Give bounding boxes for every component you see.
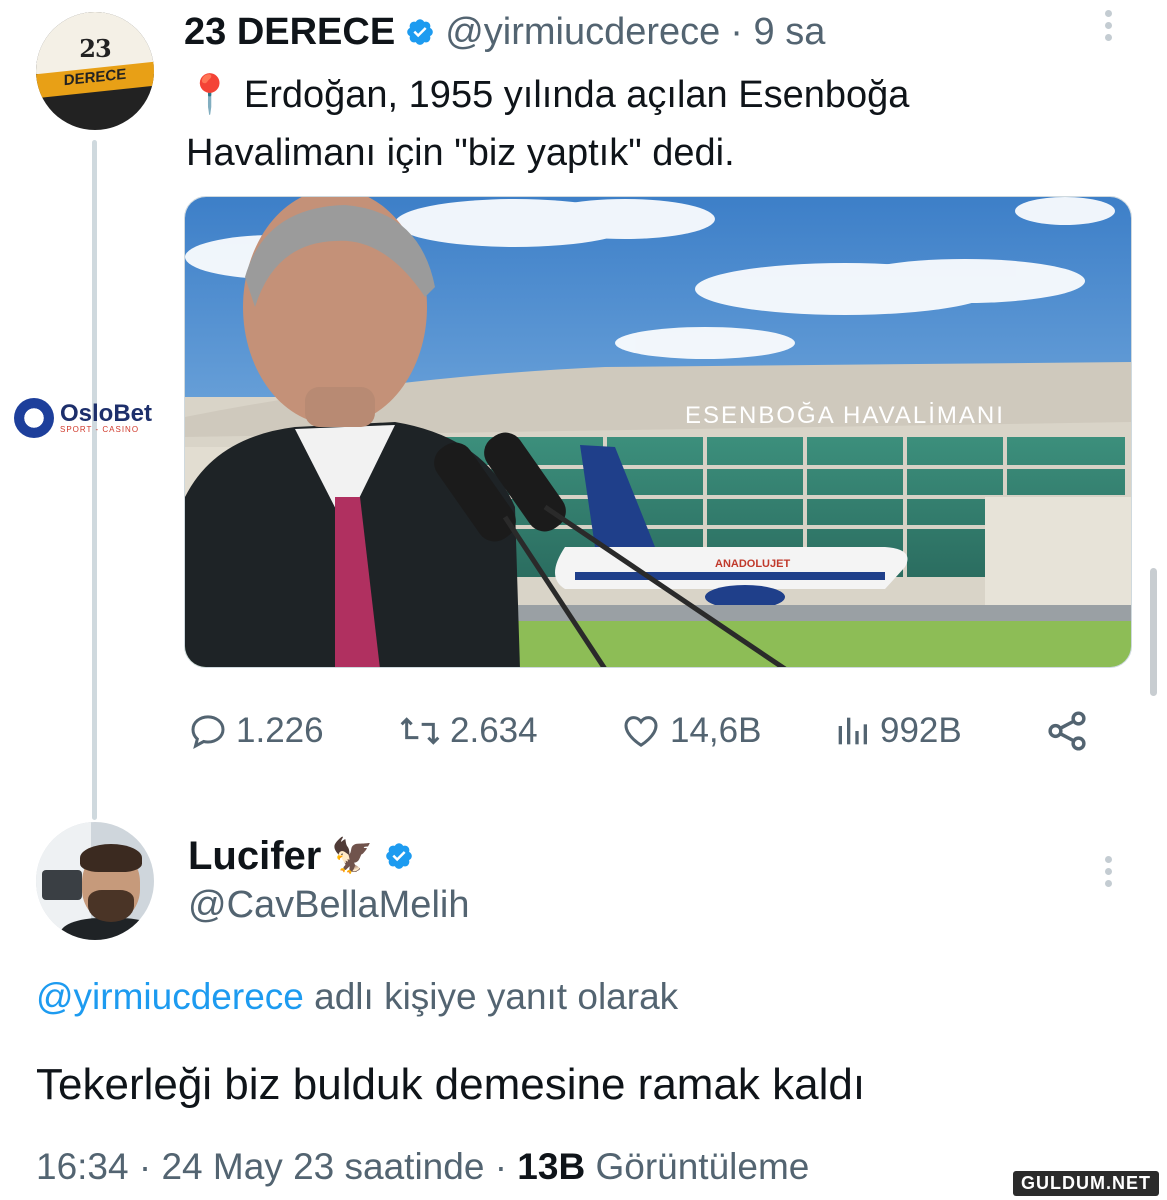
verified-badge-icon	[385, 843, 412, 869]
retweet-count: 2.634	[450, 711, 538, 750]
like-count: 14,6B	[670, 711, 762, 750]
tweet-header: 23 DERECE @yirmiucderece · 9 sa	[184, 8, 825, 56]
reply-icon	[191, 715, 225, 749]
oslobet-watermark: OsloBet SPORT - CASINO	[14, 398, 152, 438]
avatar-23-derece[interactable]: 23 DERECE	[36, 12, 154, 130]
site-watermark: GULDUM.NET	[1013, 1171, 1159, 1196]
more-options-icon[interactable]	[1098, 10, 1118, 46]
tweet-text: 📍 Erdoğan, 1955 yılında açılan Esenboğa …	[186, 74, 910, 174]
heart-icon	[624, 716, 658, 747]
reply-view-label: Görüntüleme	[595, 1146, 810, 1187]
thread-connector-line	[92, 140, 97, 820]
replying-to-label: adlı kişiye yanıt olarak	[314, 976, 679, 1017]
share-button[interactable]	[1044, 708, 1090, 758]
retweet-icon	[400, 717, 440, 745]
replying-to-link[interactable]: @yirmiucderece	[36, 976, 304, 1017]
reply-text: Tekerleği biz bulduk demesine ramak kald…	[36, 1060, 866, 1109]
avatar-logo-number: 23	[79, 34, 111, 63]
reply-more-options-icon[interactable]	[1098, 856, 1118, 892]
author-handle[interactable]: @yirmiucderece	[445, 11, 720, 54]
oslobet-subtitle: SPORT - CASINO	[60, 424, 140, 434]
views-chart-icon	[838, 717, 867, 745]
reply-header: Lucifer 🦅	[188, 830, 414, 882]
replying-to-line: @yirmiucderece adlı kişiye yanıt olarak	[36, 976, 678, 1018]
reply-author-handle[interactable]: @CavBellaMelih	[188, 884, 469, 927]
reply-count: 1.226	[236, 711, 324, 750]
reply-meta-line: 16:34 · 24 May 23 saatinde · 13B Görüntü…	[36, 1146, 809, 1188]
reply-button[interactable]: 1.226	[188, 704, 324, 758]
reply-view-count: 13B	[517, 1146, 586, 1187]
pin-icon: 📍	[186, 74, 234, 116]
reply-timestamp[interactable]: 16:34 · 24 May 23 saatinde ·	[36, 1146, 507, 1187]
share-icon	[1048, 711, 1086, 751]
svg-text:ANADOLUJET: ANADOLUJET	[715, 558, 790, 570]
views-count: 992B	[880, 711, 962, 750]
oslobet-logo-icon	[14, 398, 54, 438]
author-name[interactable]: 23 DERECE	[184, 11, 395, 54]
like-button[interactable]: 14,6B	[620, 704, 761, 758]
eagle-emoji-icon: 🦅	[331, 836, 374, 876]
scrollbar-thumb[interactable]	[1150, 568, 1157, 696]
tweet-media-image[interactable]: ESENBOĞA HAVALİMANI ANADOLUJET	[184, 196, 1132, 668]
esenboga-airport-photo: ESENBOĞA HAVALİMANI ANADOLUJET	[185, 197, 1131, 667]
retweet-button[interactable]: 2.634	[398, 704, 538, 758]
views-button[interactable]: 992B	[832, 704, 962, 758]
verified-badge-icon	[407, 19, 434, 45]
airport-sign-text: ESENBOĞA HAVALİMANI	[685, 402, 1005, 429]
avatar-lucifer[interactable]	[36, 822, 154, 940]
tweet-time[interactable]: · 9 sa	[730, 11, 825, 54]
oslobet-name: OsloBet	[60, 399, 153, 427]
reply-author-name[interactable]: Lucifer	[188, 834, 321, 879]
